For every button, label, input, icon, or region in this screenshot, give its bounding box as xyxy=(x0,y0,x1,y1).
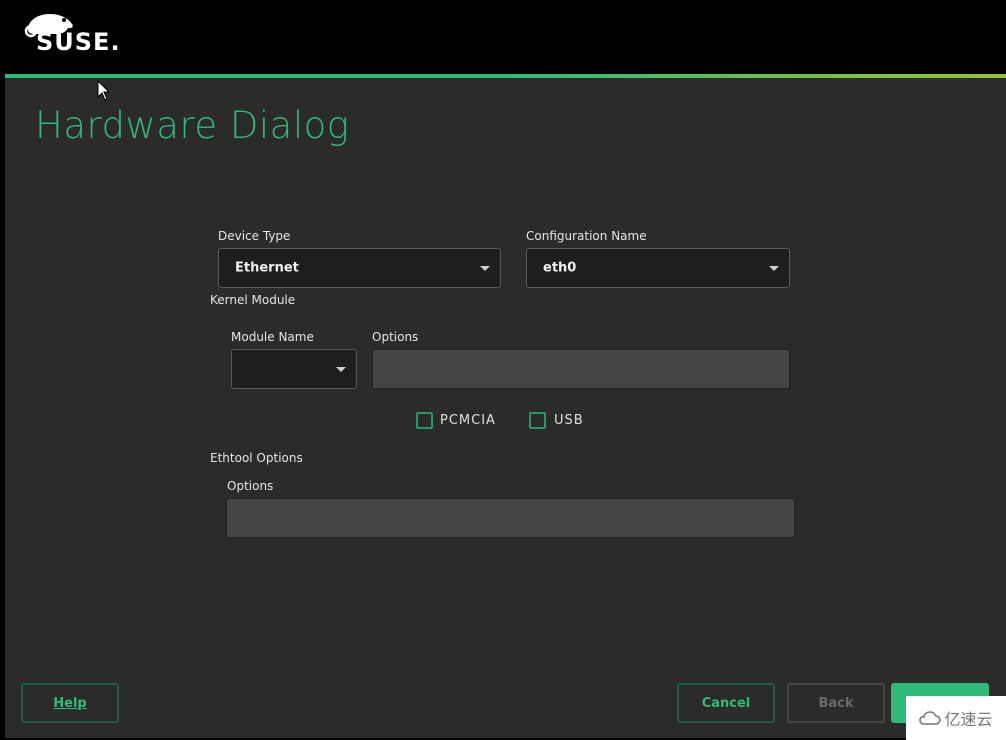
cancel-button[interactable]: Cancel xyxy=(677,683,775,723)
configuration-name-value: eth0 xyxy=(543,260,577,276)
pcmcia-label[interactable]: PCMCIA xyxy=(440,413,496,428)
ethtool-options-field-label: Options xyxy=(227,479,274,493)
mouse-cursor-icon xyxy=(97,80,111,101)
chevron-down-icon xyxy=(480,266,490,271)
suse-logo: SUSE. xyxy=(20,10,120,60)
dialog-content: Hardware Dialog Device Type Ethernet Con… xyxy=(5,78,1006,738)
ethtool-options-input[interactable] xyxy=(226,498,795,538)
device-type-value: Ethernet xyxy=(235,260,299,276)
kernel-options-input[interactable] xyxy=(372,349,790,389)
back-button[interactable]: Back xyxy=(787,683,885,723)
configuration-name-label: Configuration Name xyxy=(526,229,647,243)
device-type-label-text: Device Type xyxy=(218,229,291,243)
module-name-select[interactable] xyxy=(231,349,357,389)
kernel-module-label: Kernel Module xyxy=(210,293,296,307)
chevron-down-icon xyxy=(336,367,346,372)
watermark: 亿速云 xyxy=(906,696,1006,740)
brand-text: SUSE. xyxy=(36,28,121,56)
cancel-button-label: Cancel xyxy=(701,695,751,711)
module-name-label: Module Name xyxy=(231,330,314,344)
pcmcia-checkbox[interactable] xyxy=(416,412,433,429)
configuration-name-select[interactable]: eth0 xyxy=(526,248,790,288)
device-type-label: Device Type xyxy=(218,229,290,243)
watermark-text: 亿速云 xyxy=(944,710,993,729)
kernel-options-label: Options xyxy=(372,330,419,344)
ethtool-options-label: Ethtool Options xyxy=(210,451,303,465)
device-type-select[interactable]: Ethernet xyxy=(218,248,501,288)
back-button-label: Back xyxy=(818,695,854,711)
top-bar: SUSE. xyxy=(0,0,1006,74)
help-button-label: Help xyxy=(53,695,87,711)
chevron-down-icon xyxy=(769,266,779,271)
usb-label[interactable]: USB xyxy=(554,413,584,428)
page-title: Hardware Dialog xyxy=(35,104,350,147)
cloud-icon xyxy=(919,711,942,725)
help-button[interactable]: Help xyxy=(21,683,119,723)
usb-checkbox[interactable] xyxy=(529,412,546,429)
